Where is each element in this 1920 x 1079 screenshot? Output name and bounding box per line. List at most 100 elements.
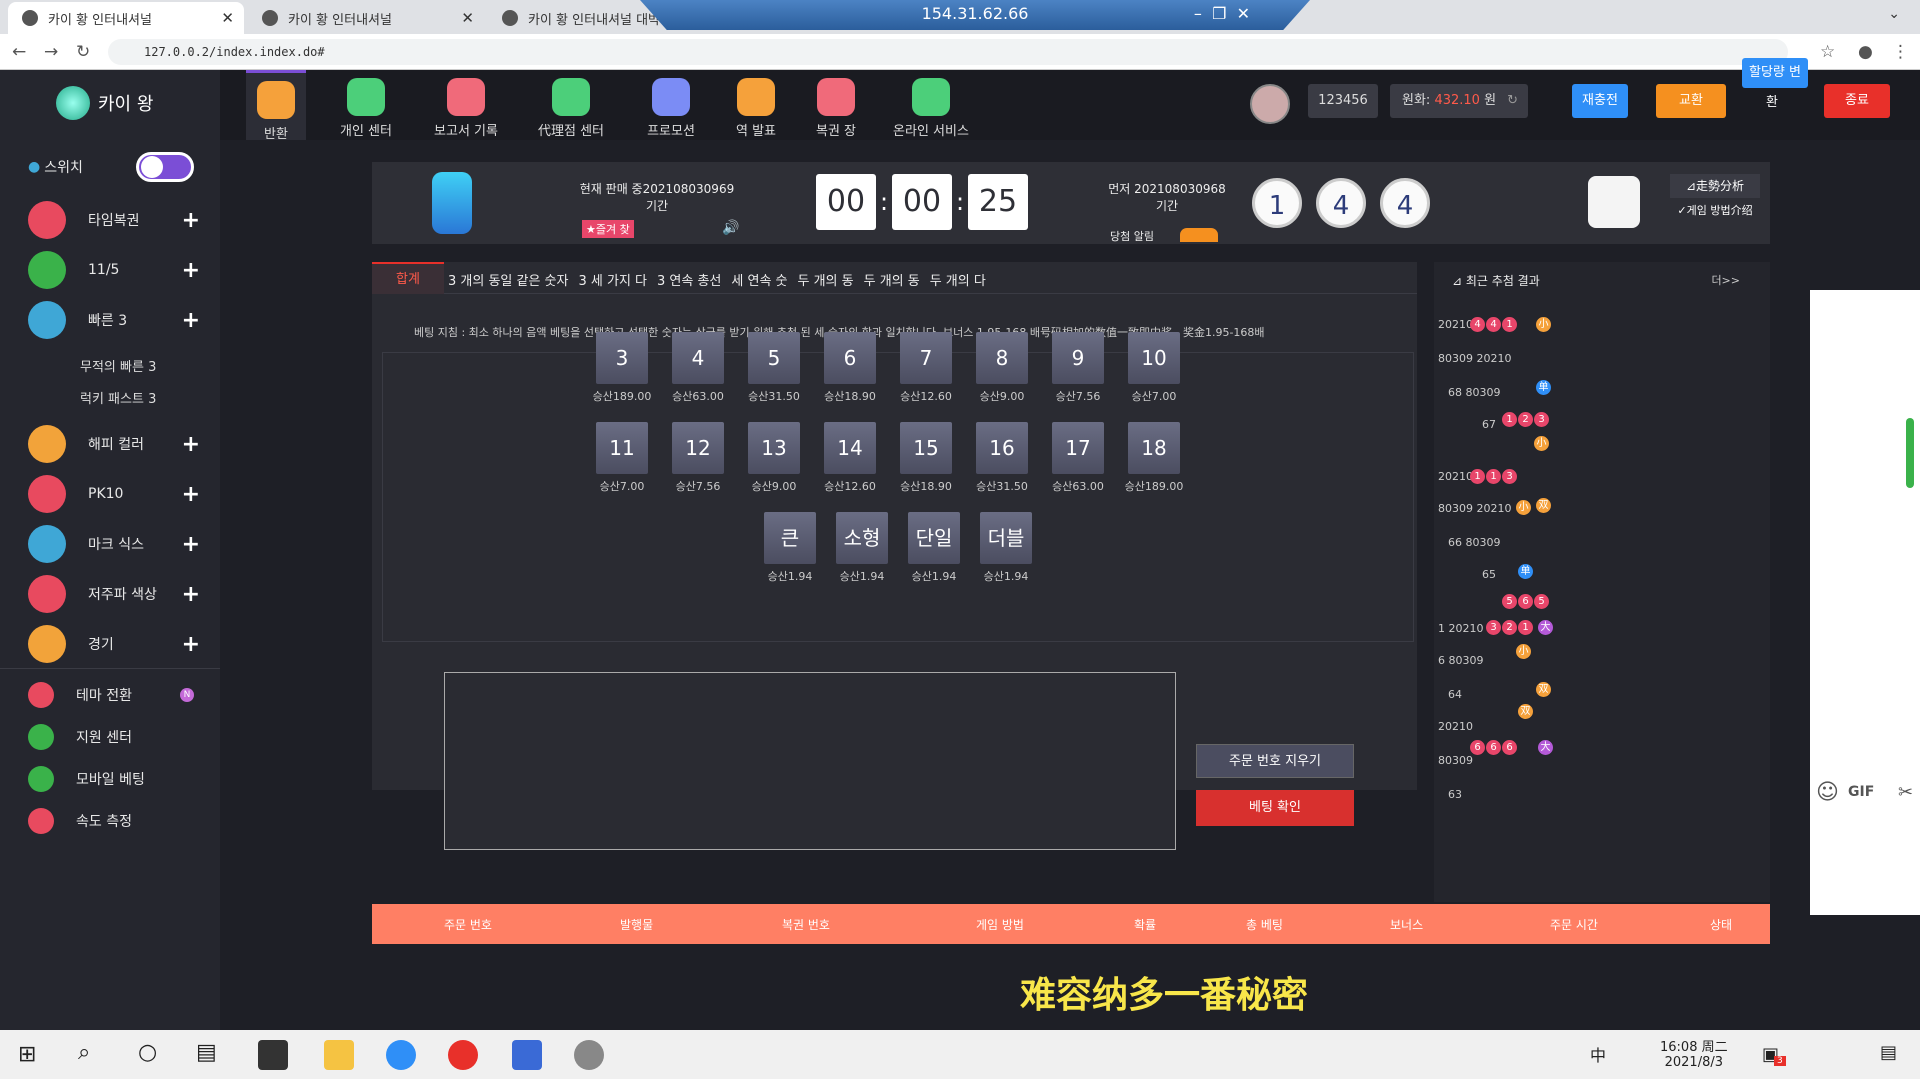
tab-three-consecutive[interactable]: 3 연속 총선 xyxy=(657,270,721,289)
chat-scrollbar[interactable] xyxy=(1906,418,1914,488)
tab-triple-same[interactable]: 3 개의 동일 같은 숫자 xyxy=(448,270,568,289)
nav-personal[interactable]: 개인 센터 xyxy=(326,70,406,140)
nav-lottery[interactable]: 복권 장 xyxy=(796,70,876,140)
recharge-button[interactable]: 재충전 xyxy=(1572,84,1628,118)
plus-icon[interactable]: + xyxy=(182,532,200,557)
close-icon[interactable]: ✕ xyxy=(221,9,234,27)
chrome-icon[interactable] xyxy=(448,1040,478,1070)
nav-announce[interactable]: 역 발표 xyxy=(716,70,796,140)
sidebar-item-lowfreq[interactable]: 저주파 색상 + xyxy=(28,574,200,614)
search-icon[interactable]: ⌕ xyxy=(78,1040,90,1065)
close-icon[interactable]: ✕ xyxy=(461,9,474,27)
task-view-icon[interactable]: ▤ xyxy=(196,1040,217,1065)
reload-icon[interactable]: ↻ xyxy=(76,42,90,62)
window-controls-icon[interactable]: – ❐ ✕ xyxy=(1194,0,1250,28)
scissors-icon[interactable]: ✂ xyxy=(1898,782,1913,803)
nav-report[interactable]: 보고서 기록 xyxy=(416,70,516,140)
sidebar-subitem-lucky[interactable]: 럭키 패스트 3 xyxy=(80,388,156,407)
sidebar-speedtest[interactable]: 속도 측정 xyxy=(28,806,132,836)
number-button[interactable]: 10 xyxy=(1128,332,1180,384)
number-button[interactable]: 소형 xyxy=(836,512,888,564)
number-button[interactable]: 큰 xyxy=(764,512,816,564)
sidebar-item-fast3[interactable]: 빠른 3 + xyxy=(28,300,200,340)
tab-sum[interactable]: 합계 xyxy=(372,262,444,294)
sidebar-subitem-invincible[interactable]: 무적의 빠른 3 xyxy=(80,356,156,375)
sidebar-item-timelottery[interactable]: 타임복권 + xyxy=(28,200,200,240)
nav-agent[interactable]: 代理점 센터 xyxy=(516,70,626,140)
plus-icon[interactable]: + xyxy=(182,482,200,507)
gif-icon[interactable]: GIF xyxy=(1848,784,1874,800)
bet-textarea[interactable] xyxy=(444,672,1176,850)
back-icon[interactable]: ← xyxy=(12,42,26,62)
sidebar-item-11-5[interactable]: 11/5 + xyxy=(28,250,200,290)
nav-online-service[interactable]: 온라인 서비스 xyxy=(876,70,986,140)
app-icon[interactable] xyxy=(574,1040,604,1070)
number-button[interactable]: 18 xyxy=(1128,422,1180,474)
number-button[interactable]: 9 xyxy=(1052,332,1104,384)
tab-two-same-a[interactable]: 두 개의 동 xyxy=(798,270,854,289)
number-button[interactable]: 16 xyxy=(976,422,1028,474)
number-button[interactable]: 5 xyxy=(748,332,800,384)
sidebar-mobile[interactable]: 모바일 베팅 xyxy=(28,764,145,794)
allocation-button[interactable]: 할당량 변 xyxy=(1742,58,1808,88)
number-button[interactable]: 단일 xyxy=(908,512,960,564)
url-input[interactable]: 127.0.0.2/index.index.do# xyxy=(108,39,1788,65)
sidebar-theme-switch[interactable]: 테마 전환 xyxy=(28,680,132,710)
avatar[interactable] xyxy=(1250,84,1290,124)
trend-button[interactable]: ⊿走勢分析 xyxy=(1670,174,1760,198)
clear-orders-button[interactable]: 주문 번호 지우기 xyxy=(1196,744,1354,778)
number-button[interactable]: 7 xyxy=(900,332,952,384)
nav-return[interactable]: 반환 xyxy=(246,70,306,142)
browser-tab-1[interactable]: 카이 황 인터내셔널 ✕ xyxy=(8,2,244,34)
sidebar-item-marksix[interactable]: 마크 식스 + xyxy=(28,524,200,564)
confirm-bet-button[interactable]: 베팅 확인 xyxy=(1196,790,1354,826)
nav-promo[interactable]: 프로모션 xyxy=(626,70,716,140)
star-icon[interactable]: ☆ xyxy=(1820,42,1835,62)
remote-desktop-icon[interactable] xyxy=(512,1040,542,1070)
logout-button[interactable]: 종료 xyxy=(1824,84,1890,118)
plus-icon[interactable]: + xyxy=(182,582,200,607)
number-button[interactable]: 13 xyxy=(748,422,800,474)
sidebar-item-happycolor[interactable]: 해피 컬러 + xyxy=(28,424,200,464)
number-button[interactable]: 14 xyxy=(824,422,876,474)
logo[interactable]: 카이 왕 xyxy=(56,86,153,120)
menu-icon[interactable]: ⋮ xyxy=(1892,42,1909,62)
alert-toggle[interactable] xyxy=(1180,228,1218,242)
plus-icon[interactable]: + xyxy=(182,632,200,657)
sidebar-item-pk10[interactable]: PK10 + xyxy=(28,474,200,514)
sound-icon[interactable]: 🔊 xyxy=(722,220,739,236)
number-button[interactable]: 8 xyxy=(976,332,1028,384)
sidebar-support[interactable]: 지원 센터 xyxy=(28,722,132,752)
film-reel-icon[interactable] xyxy=(1588,176,1640,228)
folder-icon[interactable] xyxy=(324,1040,354,1070)
plus-icon[interactable]: + xyxy=(182,258,200,283)
profile-icon[interactable]: ● xyxy=(1858,42,1873,62)
cortana-icon[interactable]: ○ xyxy=(138,1040,157,1065)
sidebar-item-sports[interactable]: 경기 + xyxy=(28,624,200,664)
favorite-button[interactable]: ★즐겨 찾 xyxy=(582,220,634,238)
tab-two-diff[interactable]: 두 개의 다 xyxy=(930,270,986,289)
minimize-icon[interactable]: ⌄ xyxy=(1888,6,1900,22)
ime-icon[interactable]: 中 xyxy=(1590,1042,1606,1066)
number-button[interactable]: 3 xyxy=(596,332,648,384)
tab-three-serial[interactable]: 세 연속 숫 xyxy=(731,270,787,289)
tab-two-same-b[interactable]: 두 개의 동 xyxy=(864,270,920,289)
windows-start-icon[interactable]: ⊞ xyxy=(18,1042,36,1067)
number-button[interactable]: 12 xyxy=(672,422,724,474)
number-button[interactable]: 15 xyxy=(900,422,952,474)
rules-button[interactable]: ✓게임 방법介绍 xyxy=(1670,202,1760,218)
browser-tab-2[interactable]: 카이 황 인터내셔널 ✕ xyxy=(248,2,484,34)
edge-icon[interactable] xyxy=(386,1040,416,1070)
refresh-icon[interactable]: ↻ xyxy=(1507,84,1518,118)
action-center-icon[interactable]: ▤ xyxy=(1880,1042,1897,1063)
number-button[interactable]: 11 xyxy=(596,422,648,474)
plus-icon[interactable]: + xyxy=(182,208,200,233)
number-button[interactable]: 17 xyxy=(1052,422,1104,474)
plus-icon[interactable]: + xyxy=(182,308,200,333)
number-button[interactable]: 더블 xyxy=(980,512,1032,564)
number-button[interactable]: 4 xyxy=(672,332,724,384)
number-button[interactable]: 6 xyxy=(824,332,876,384)
tab-three-diff[interactable]: 3 세 가지 다 xyxy=(578,270,647,289)
more-link[interactable]: 더>> xyxy=(1711,272,1740,288)
exchange-button[interactable]: 교환 xyxy=(1656,84,1726,118)
